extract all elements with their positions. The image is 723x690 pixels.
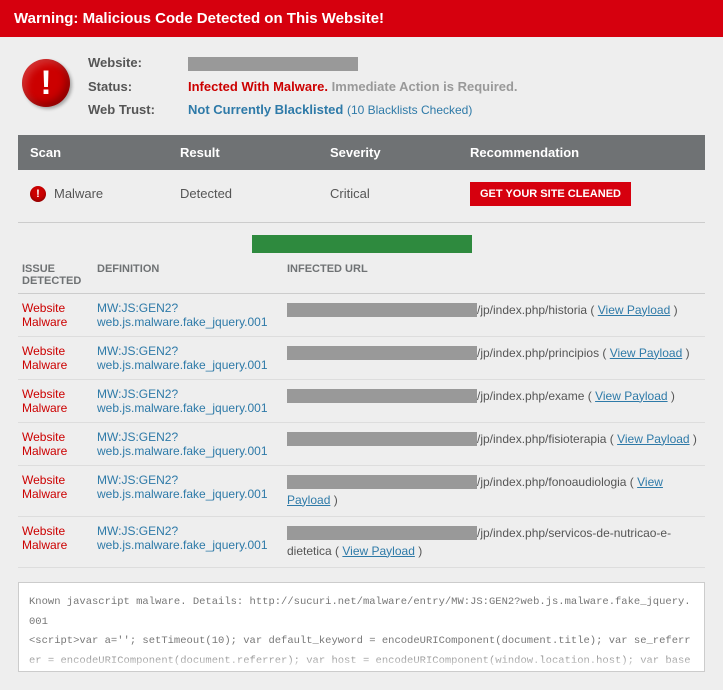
definition-link-2[interactable]: web.js.malware.fake_jquery.001 — [97, 401, 268, 415]
definition-link-2[interactable]: web.js.malware.fake_jquery.001 — [97, 315, 268, 329]
view-payload-link[interactable]: View Payload — [598, 303, 671, 317]
definition-link-1[interactable]: MW:JS:GEN2? — [97, 430, 178, 444]
issues-header-row: ISSUE DETECTED DEFINITION INFECTED URL — [18, 257, 705, 294]
redacted-url — [287, 303, 477, 317]
view-payload-link[interactable]: View Payload — [610, 346, 683, 360]
definition-link-1[interactable]: MW:JS:GEN2? — [97, 344, 178, 358]
scan-name: Malware — [54, 186, 103, 201]
scan-header-scan: Scan — [30, 145, 180, 160]
scan-header-rec: Recommendation — [470, 145, 693, 160]
issue-type: Website Malware — [22, 301, 97, 329]
infected-url-cell: /jp/index.php/exame ( View Payload ) — [287, 387, 701, 405]
issues-header-2: DEFINITION — [97, 263, 287, 287]
issue-row: Website MalwareMW:JS:GEN2?web.js.malware… — [18, 337, 705, 380]
website-label: Website: — [88, 55, 178, 71]
scan-severity: Critical — [330, 186, 470, 201]
issue-row: Website MalwareMW:JS:GEN2?web.js.malware… — [18, 517, 705, 568]
issue-definition: MW:JS:GEN2?web.js.malware.fake_jquery.00… — [97, 344, 287, 372]
issue-type: Website Malware — [22, 524, 97, 552]
issue-definition: MW:JS:GEN2?web.js.malware.fake_jquery.00… — [97, 301, 287, 329]
code-box: Known javascript malware. Details: http:… — [18, 582, 705, 672]
definition-link-1[interactable]: MW:JS:GEN2? — [97, 524, 178, 538]
infected-url-cell: /jp/index.php/servicos-de-nutricao-e-die… — [287, 524, 701, 560]
view-payload-link[interactable]: View Payload — [342, 544, 415, 558]
divider — [18, 222, 705, 223]
status-block: Website: Status: Infected With Malware. … — [18, 55, 705, 135]
scan-header-result: Result — [180, 145, 330, 160]
definition-link-1[interactable]: MW:JS:GEN2? — [97, 387, 178, 401]
url-path: /jp/index.php/fonoaudiologia — [477, 475, 626, 489]
redacted-url — [287, 389, 477, 403]
infected-url-cell: /jp/index.php/fisioterapia ( View Payloa… — [287, 430, 701, 448]
definition-link-1[interactable]: MW:JS:GEN2? — [97, 301, 178, 315]
green-bar — [252, 235, 472, 253]
content-area: Website: Status: Infected With Malware. … — [0, 37, 723, 690]
webtrust-link[interactable]: Not Currently Blacklisted — [188, 102, 343, 117]
scan-row: ! Malware Detected Critical GET YOUR SIT… — [18, 170, 705, 218]
redacted-url — [287, 475, 477, 489]
definition-link-2[interactable]: web.js.malware.fake_jquery.001 — [97, 487, 268, 501]
website-value — [188, 55, 518, 71]
definition-link-2[interactable]: web.js.malware.fake_jquery.001 — [97, 538, 268, 552]
issue-row: Website MalwareMW:JS:GEN2?web.js.malware… — [18, 466, 705, 517]
get-cleaned-button[interactable]: GET YOUR SITE CLEANED — [470, 182, 631, 206]
issue-definition: MW:JS:GEN2?web.js.malware.fake_jquery.00… — [97, 430, 287, 458]
redacted-url — [287, 526, 477, 540]
url-path: /jp/index.php/historia — [477, 303, 587, 317]
issues-header-1: ISSUE DETECTED — [22, 263, 97, 287]
issue-row: Website MalwareMW:JS:GEN2?web.js.malware… — [18, 294, 705, 337]
issue-row: Website MalwareMW:JS:GEN2?web.js.malware… — [18, 423, 705, 466]
url-path: /jp/index.php/fisioterapia — [477, 432, 606, 446]
scan-name-cell: ! Malware — [30, 186, 180, 202]
redacted-url — [287, 346, 477, 360]
url-path: /jp/index.php/exame — [477, 389, 584, 403]
issues-header-3: INFECTED URL — [287, 263, 701, 287]
alert-icon — [22, 59, 70, 107]
issue-type: Website Malware — [22, 473, 97, 501]
issue-type: Website Malware — [22, 387, 97, 415]
view-payload-link[interactable]: View Payload — [617, 432, 690, 446]
redacted-url — [287, 432, 477, 446]
warning-banner: Warning: Malicious Code Detected on This… — [0, 0, 723, 37]
issue-row: Website MalwareMW:JS:GEN2?web.js.malware… — [18, 380, 705, 423]
issues-body: Website MalwareMW:JS:GEN2?web.js.malware… — [18, 294, 705, 568]
issue-type: Website Malware — [22, 344, 97, 372]
view-payload-link[interactable]: View Payload — [595, 389, 668, 403]
infected-text: Infected With Malware. — [188, 79, 328, 94]
webtrust-sub: (10 Blacklists Checked) — [347, 103, 472, 117]
infected-url-cell: /jp/index.php/principios ( View Payload … — [287, 344, 701, 362]
webtrust-value: Not Currently Blacklisted (10 Blacklists… — [188, 102, 518, 117]
definition-link-2[interactable]: web.js.malware.fake_jquery.001 — [97, 444, 268, 458]
url-path: /jp/index.php/principios — [477, 346, 599, 360]
issue-type: Website Malware — [22, 430, 97, 458]
scan-header-severity: Severity — [330, 145, 470, 160]
infected-url-cell: /jp/index.php/historia ( View Payload ) — [287, 301, 701, 319]
webtrust-label: Web Trust: — [88, 102, 178, 117]
issue-definition: MW:JS:GEN2?web.js.malware.fake_jquery.00… — [97, 524, 287, 552]
redacted-domain — [188, 57, 358, 71]
infected-url-cell: /jp/index.php/fonoaudiologia ( View Payl… — [287, 473, 701, 509]
status-value: Infected With Malware. Immediate Action … — [188, 79, 518, 94]
scan-result: Detected — [180, 186, 330, 201]
scan-header-row: Scan Result Severity Recommendation — [18, 135, 705, 170]
malware-icon: ! — [30, 186, 46, 202]
definition-link-2[interactable]: web.js.malware.fake_jquery.001 — [97, 358, 268, 372]
issue-definition: MW:JS:GEN2?web.js.malware.fake_jquery.00… — [97, 473, 287, 501]
action-text: Immediate Action is Required. — [332, 79, 518, 94]
issue-definition: MW:JS:GEN2?web.js.malware.fake_jquery.00… — [97, 387, 287, 415]
status-label: Status: — [88, 79, 178, 94]
definition-link-1[interactable]: MW:JS:GEN2? — [97, 473, 178, 487]
